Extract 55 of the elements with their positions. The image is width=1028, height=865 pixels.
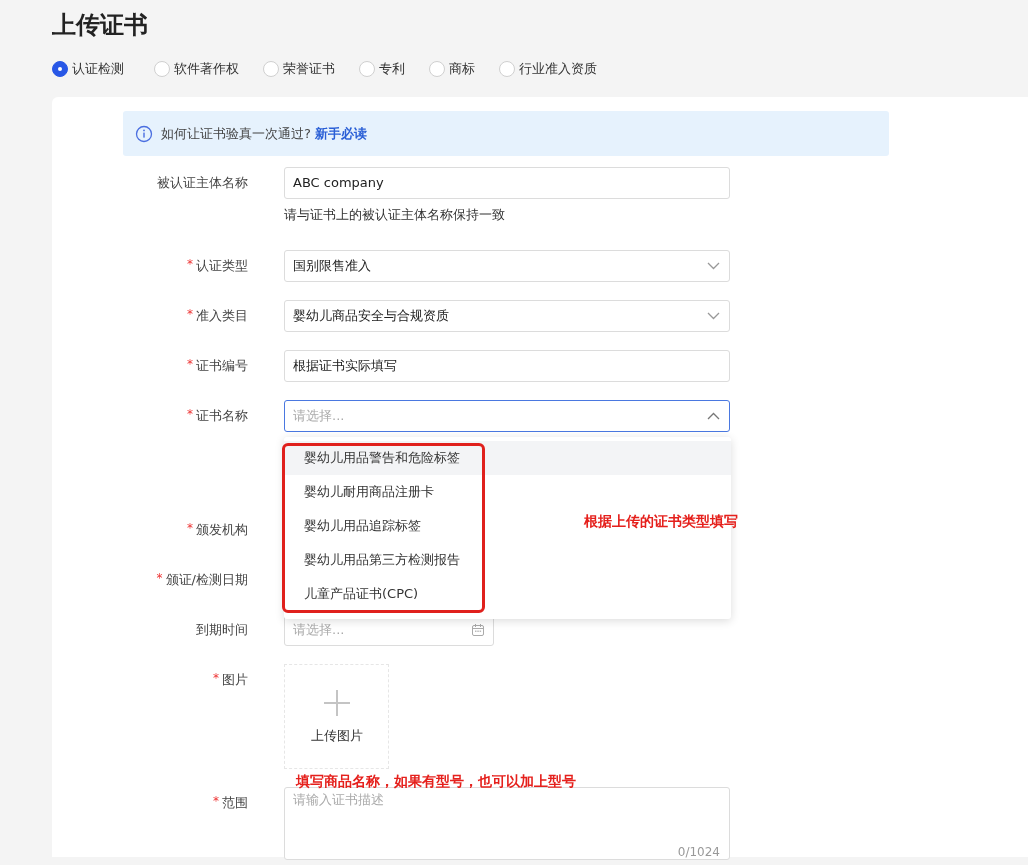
required-mark: * bbox=[187, 520, 193, 537]
dropdown-option[interactable]: 婴幼儿耐用商品注册卡 bbox=[284, 475, 454, 509]
field-label: 颁证/检测日期 bbox=[165, 571, 248, 589]
dropdown-option[interactable]: 婴幼儿用品警告和危险标签 bbox=[284, 441, 731, 475]
dropdown-option[interactable]: 婴幼儿用品追踪标签 bbox=[284, 509, 441, 543]
select-field[interactable]: 婴幼儿商品安全与合规资质 bbox=[284, 300, 730, 332]
field-label: 准入类目 bbox=[196, 307, 248, 325]
required-mark: * bbox=[187, 256, 193, 273]
info-text: 如何让证书验真一次通过? bbox=[161, 124, 311, 143]
date-placeholder: 请选择... bbox=[293, 621, 345, 639]
radio-label[interactable]: 荣誉证书 bbox=[283, 60, 343, 78]
upload-button[interactable]: 上传图片 bbox=[284, 664, 389, 769]
dropdown-option[interactable]: 儿童产品证书(CPC) bbox=[284, 577, 439, 611]
radio-button[interactable] bbox=[52, 61, 68, 77]
annotation-note: 填写商品名称，如果有型号，也可以加上型号 bbox=[296, 773, 576, 789]
dropdown-option[interactable]: 婴幼儿用品第三方检测报告 bbox=[284, 543, 480, 577]
field-label: 认证类型 bbox=[196, 257, 248, 275]
plus-icon bbox=[322, 688, 351, 717]
required-mark: * bbox=[156, 570, 163, 587]
radio-label[interactable]: 专利 bbox=[379, 60, 413, 78]
annotation-note: 根据上传的证书类型填写 bbox=[584, 513, 738, 529]
guide-link[interactable]: 新手必读 bbox=[314, 124, 367, 143]
info-icon bbox=[135, 124, 153, 143]
radio-label[interactable]: 商标 bbox=[449, 60, 483, 78]
field-label: 颁发机构 bbox=[196, 521, 248, 539]
radio-label[interactable]: 行业准入资质 bbox=[519, 60, 605, 78]
radio-option[interactable]: 荣誉证书 bbox=[263, 60, 343, 78]
required-mark: * bbox=[187, 356, 193, 373]
field-label: 证书编号 bbox=[196, 357, 248, 375]
field-label: 被认证主体名称 bbox=[157, 174, 248, 192]
select-placeholder: 请选择... bbox=[293, 407, 345, 425]
field-label: 到期时间 bbox=[196, 621, 248, 639]
select-value: 婴幼儿商品安全与合规资质 bbox=[293, 307, 449, 325]
field-label: 证书名称 bbox=[196, 407, 248, 425]
calendar-icon bbox=[471, 623, 485, 637]
field-hint: 请与证书上的被认证主体名称保持一致 bbox=[284, 206, 506, 224]
radio-option[interactable]: 行业准入资质 bbox=[499, 60, 605, 78]
required-mark: * bbox=[187, 306, 193, 323]
text-field[interactable]: 根据证书实际填写 bbox=[284, 350, 730, 382]
radio-label[interactable]: 认证检测 bbox=[72, 60, 132, 78]
field-label: 范围 bbox=[222, 794, 248, 812]
radio-option[interactable]: 商标 bbox=[429, 60, 483, 78]
radio-option[interactable]: 专利 bbox=[359, 60, 413, 78]
select-value: 国别限售准入 bbox=[293, 257, 371, 275]
required-mark: * bbox=[213, 670, 219, 687]
radio-label[interactable]: 软件著作权 bbox=[174, 60, 247, 78]
required-mark: * bbox=[187, 406, 193, 423]
radio-option[interactable]: 认证检测 bbox=[52, 60, 132, 78]
radio-option[interactable]: 软件著作权 bbox=[154, 60, 247, 78]
required-mark: * bbox=[213, 793, 219, 810]
select-field[interactable]: 国别限售准入 bbox=[284, 250, 730, 282]
character-counter: 0/1024 bbox=[677, 845, 720, 859]
field-label: 图片 bbox=[222, 671, 248, 689]
page-title: 上传证书 bbox=[52, 10, 148, 40]
text-field[interactable]: ABC company bbox=[284, 167, 730, 199]
